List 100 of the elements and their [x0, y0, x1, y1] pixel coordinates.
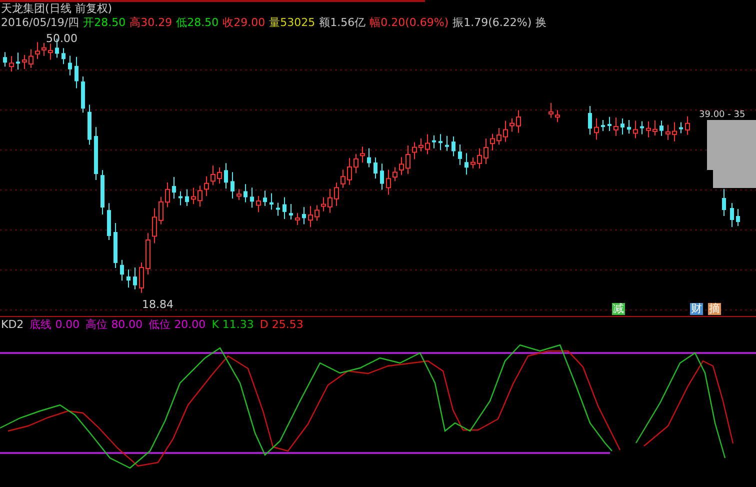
event-marker: 减 [612, 303, 625, 315]
indicator-value: D 25.53 [260, 318, 304, 332]
quote-value: 低28.50 [176, 16, 219, 30]
candle [516, 110, 521, 134]
indicator-value: K 11.33 [212, 318, 254, 332]
candle [126, 268, 130, 288]
candle [295, 212, 300, 226]
candle [263, 190, 267, 207]
indicator-value: 底线 0.00 [30, 318, 80, 332]
candle [608, 116, 612, 132]
candle [496, 128, 502, 146]
candle [42, 42, 46, 56]
quote-value: 高30.29 [130, 16, 172, 30]
candle [367, 148, 371, 168]
candle [412, 142, 417, 160]
candle [236, 188, 242, 201]
candle [555, 110, 560, 123]
candle [730, 202, 734, 228]
candle [9, 56, 14, 72]
candle [88, 104, 92, 146]
candle [652, 120, 658, 136]
candle [354, 153, 358, 174]
quote-value: 开28.50 [83, 16, 126, 30]
candle [152, 208, 157, 244]
candle [627, 119, 631, 134]
candle [48, 43, 53, 60]
candle [490, 133, 495, 152]
price-range-label: 39.00 - 35 [699, 110, 746, 120]
candle [672, 122, 677, 142]
candle [81, 76, 85, 114]
candle [614, 117, 618, 136]
candle [425, 134, 430, 155]
candle [470, 156, 476, 169]
candle [601, 120, 605, 132]
candle [432, 134, 436, 149]
candle [282, 196, 286, 220]
candle [328, 188, 332, 214]
candle [321, 196, 326, 212]
candle [340, 169, 346, 188]
candle [165, 182, 170, 208]
candle [484, 138, 488, 164]
candle [360, 146, 365, 164]
candle [133, 267, 137, 290]
event-marker: 摘 [708, 303, 721, 315]
candle [210, 164, 216, 186]
candle [594, 118, 599, 140]
candle [16, 52, 20, 70]
candle [139, 262, 144, 294]
candle [374, 157, 378, 179]
candle [217, 166, 222, 184]
candle [406, 145, 410, 175]
candle [270, 192, 274, 210]
candle [445, 135, 449, 152]
quote-value: 幅0.20(0.69%) [370, 16, 449, 30]
indicator-value: 高位 80.00 [86, 318, 143, 332]
candle [74, 56, 78, 89]
candle [68, 55, 72, 76]
quote-value: 量53025 [269, 16, 316, 30]
candle [172, 176, 176, 200]
candle [314, 204, 320, 222]
candle [503, 120, 508, 142]
quote-value: 振1.79(6.22%) [452, 16, 532, 30]
low-price-label: 18.84 [142, 298, 174, 311]
candle [120, 259, 124, 282]
candle [334, 182, 339, 206]
candle [250, 187, 254, 208]
candle [289, 204, 293, 220]
chart-title: 天龙集团(日线 前复权) [0, 2, 114, 16]
candle [28, 48, 34, 68]
candle [146, 232, 150, 276]
high-price-label: 50.00 [46, 32, 78, 45]
candle [224, 162, 228, 190]
candle [548, 102, 554, 118]
candle [458, 144, 462, 166]
candle [22, 54, 27, 70]
candle [464, 152, 468, 176]
candle [107, 202, 111, 240]
candle [94, 126, 98, 180]
candle [302, 206, 306, 225]
quote-value: 额1.56亿 [319, 16, 366, 30]
candle [158, 196, 164, 225]
candle [35, 42, 40, 60]
candle [646, 120, 651, 138]
candle [438, 134, 442, 151]
candle [230, 172, 234, 199]
candle [244, 184, 248, 203]
candle [114, 222, 118, 268]
candle [392, 166, 398, 182]
candle [588, 105, 592, 136]
candle [276, 202, 280, 216]
candle [399, 156, 404, 176]
candle [418, 138, 424, 152]
date-text: 2016/05/19/四 [1, 16, 80, 30]
candle [452, 136, 456, 157]
candle [679, 122, 683, 134]
candle [62, 48, 66, 65]
candle [178, 190, 182, 206]
candle [640, 120, 644, 135]
candle [347, 157, 352, 186]
candle [100, 170, 104, 215]
